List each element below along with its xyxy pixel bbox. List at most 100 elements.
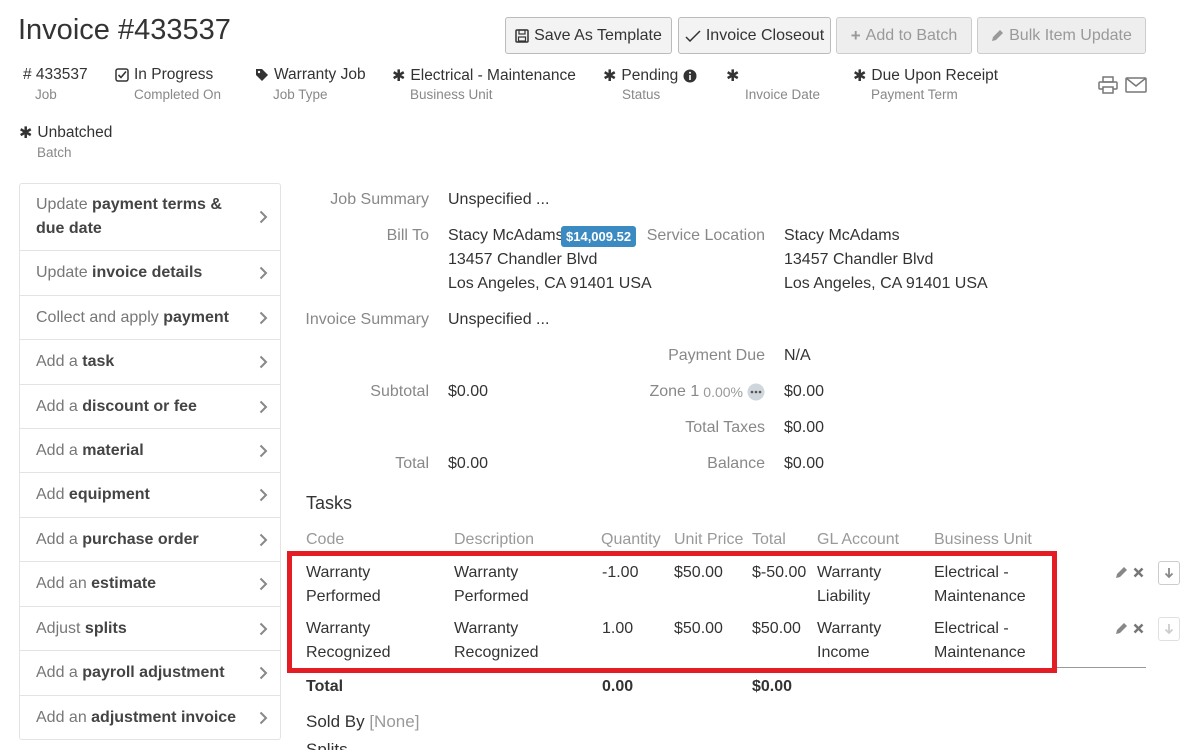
service-location-name[interactable]: Stacy McAdams bbox=[784, 227, 900, 245]
more-options-icon[interactable] bbox=[747, 383, 765, 401]
service-location-address-line2: Los Angeles, CA 91401 USA bbox=[784, 275, 988, 292]
table-divider bbox=[1057, 667, 1146, 668]
check-icon bbox=[685, 29, 701, 42]
tax-zone-row: Zone 1 0.00% bbox=[649, 383, 765, 401]
batch-value: Unbatched bbox=[37, 124, 113, 141]
completed-on-label: Completed On bbox=[134, 87, 222, 102]
business-unit-field[interactable]: ✱ Electrical - Maintenance bbox=[392, 66, 576, 86]
sidebar-item-purchase-order[interactable]: Add a purchase order bbox=[20, 518, 280, 562]
bulk-item-update-button[interactable]: Bulk Item Update bbox=[977, 17, 1146, 54]
chevron-right-icon bbox=[259, 444, 268, 457]
job-summary-value[interactable]: Unspecified ... bbox=[448, 191, 549, 209]
sidebar-item-material[interactable]: Add a material bbox=[20, 429, 280, 473]
chevron-right-icon bbox=[259, 577, 268, 591]
payment-term-label: Payment Term bbox=[871, 87, 958, 102]
payment-term-field[interactable]: ✱ Due Upon Receipt bbox=[853, 66, 998, 86]
chevron-right-icon bbox=[259, 533, 268, 546]
add-to-batch-button[interactable]: + Add to Batch bbox=[836, 17, 972, 54]
arrow-down-icon bbox=[1164, 624, 1174, 635]
balance-label: Balance bbox=[707, 455, 765, 472]
status-field[interactable]: ✱ Pending bbox=[603, 66, 697, 86]
sidebar-item-adjustment-invoice[interactable]: Add an adjustment invoice bbox=[20, 696, 280, 740]
edit-pencil-icon[interactable] bbox=[1115, 622, 1128, 635]
tasks-footer-total: $0.00 bbox=[752, 678, 793, 695]
arrow-down-icon bbox=[1164, 568, 1174, 579]
bill-to-name[interactable]: Stacy McAdams bbox=[448, 227, 564, 245]
sidebar-item-label: Collect and apply payment bbox=[36, 308, 229, 326]
splits-heading: Splits bbox=[306, 740, 348, 750]
sold-by-value: [None] bbox=[369, 712, 420, 731]
job-number: # 433537 bbox=[23, 66, 88, 83]
pencil-icon bbox=[992, 30, 1004, 41]
save-as-template-label: Save As Template bbox=[534, 26, 662, 44]
sidebar-item-estimate[interactable]: Add an estimate bbox=[20, 562, 280, 607]
business-unit-value: Electrical - Maintenance bbox=[410, 67, 576, 84]
invoice-date-label: Invoice Date bbox=[745, 87, 821, 102]
sidebar-item-label: Update payment terms & due date bbox=[36, 196, 222, 237]
sidebar-item-label: Add a payroll adjustment bbox=[36, 664, 225, 681]
sidebar-item-label: Add a discount or fee bbox=[36, 397, 197, 415]
bill-to-address-line1: 13457 Chandler Blvd bbox=[448, 251, 598, 268]
chevron-right-icon bbox=[259, 622, 268, 635]
job-summary-label: Job Summary bbox=[330, 191, 429, 208]
invoice-closeout-label: Invoice Closeout bbox=[705, 26, 825, 44]
sidebar-item-label: Add a purchase order bbox=[36, 530, 199, 548]
page-title: Invoice #433537 bbox=[18, 14, 231, 46]
bill-to-address-line2: Los Angeles, CA 91401 USA bbox=[448, 275, 652, 292]
invoice-closeout-button[interactable]: Invoice Closeout bbox=[678, 17, 831, 54]
sidebar-item-task[interactable]: Add a task bbox=[20, 340, 280, 385]
column-header-description: Description bbox=[454, 531, 535, 548]
floppy-icon bbox=[515, 28, 529, 43]
payment-due-value: N/A bbox=[784, 347, 811, 364]
sidebar-item-label: Add an adjustment invoice bbox=[36, 709, 237, 726]
completed-on-field[interactable]: In Progress bbox=[115, 66, 213, 84]
status-value: Pending bbox=[621, 67, 679, 84]
bulk-item-update-label: Bulk Item Update bbox=[1009, 26, 1132, 44]
sold-by-row[interactable]: Sold By [None] bbox=[306, 712, 419, 732]
move-down-button[interactable] bbox=[1158, 617, 1180, 641]
info-icon[interactable] bbox=[683, 69, 697, 83]
subtotal-value: $0.00 bbox=[448, 383, 489, 400]
move-down-button[interactable] bbox=[1158, 561, 1180, 585]
chevron-right-icon bbox=[259, 210, 268, 224]
completed-on-value: In Progress bbox=[134, 66, 214, 83]
plus-icon: + bbox=[850, 25, 861, 45]
sidebar-item-invoice-details[interactable]: Update invoice details bbox=[20, 251, 280, 296]
sidebar-item-splits[interactable]: Adjust splits bbox=[20, 607, 280, 651]
column-header-unit-price: Unit Price bbox=[674, 531, 744, 548]
subtotal-label: Subtotal bbox=[370, 383, 429, 400]
print-icon[interactable] bbox=[1098, 76, 1118, 94]
sidebar-item-label: Add a material bbox=[36, 441, 144, 459]
delete-x-icon[interactable] bbox=[1133, 567, 1144, 578]
batch-field[interactable]: ✱ Unbatched bbox=[19, 123, 112, 143]
tax-zone-percent: 0.00% bbox=[703, 384, 743, 400]
tasks-footer-quantity: 0.00 bbox=[602, 678, 634, 695]
balance-value: $0.00 bbox=[784, 455, 825, 472]
sidebar-item-payment[interactable]: Collect and apply payment bbox=[20, 296, 280, 340]
delete-x-icon[interactable] bbox=[1133, 623, 1144, 634]
edit-pencil-icon[interactable] bbox=[1115, 566, 1128, 579]
chevron-right-icon bbox=[259, 311, 268, 324]
invoice-date-field[interactable]: ✱ bbox=[726, 66, 744, 86]
invoice-summary-value[interactable]: Unspecified ... bbox=[448, 311, 549, 329]
column-header-gl-account: GL Account bbox=[817, 531, 900, 548]
column-header-business-unit: Business Unit bbox=[934, 531, 1032, 548]
sidebar-item-payment-terms[interactable]: Update payment terms & due date bbox=[20, 184, 280, 251]
chevron-right-icon bbox=[259, 666, 268, 680]
sold-by-label: Sold By bbox=[306, 712, 365, 731]
tasks-footer-total-label: Total bbox=[306, 678, 344, 695]
email-icon[interactable] bbox=[1125, 77, 1147, 93]
highlight-box bbox=[287, 551, 1057, 673]
required-asterisk-icon: ✱ bbox=[603, 68, 617, 85]
total-label: Total bbox=[395, 455, 429, 472]
save-as-template-button[interactable]: Save As Template bbox=[505, 17, 672, 54]
sidebar-item-payroll-adjustment[interactable]: Add a payroll adjustment bbox=[20, 651, 280, 696]
job-label: Job bbox=[35, 87, 57, 102]
job-type-field[interactable]: Warranty Job bbox=[255, 66, 366, 84]
bill-to-label: Bill To bbox=[386, 227, 429, 244]
column-header-code: Code bbox=[306, 531, 345, 548]
sidebar-item-discount-fee[interactable]: Add a discount or fee bbox=[20, 385, 280, 429]
total-value: $0.00 bbox=[448, 455, 489, 472]
sidebar-item-equipment[interactable]: Add equipment bbox=[20, 473, 280, 518]
status-label: Status bbox=[622, 87, 661, 102]
